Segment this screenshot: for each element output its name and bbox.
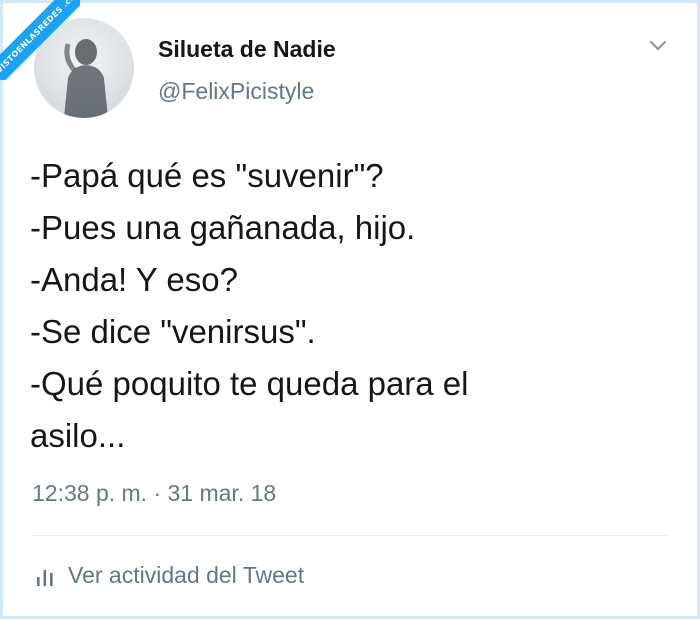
view-tweet-activity-label: Ver actividad del Tweet — [68, 562, 305, 588]
tweet-text-line: -Se dice "venirsus". — [30, 313, 316, 350]
tweet-text-line: -Papá qué es "suvenir"? — [30, 157, 384, 194]
tweet-timestamp[interactable]: 12:38 p. m. · 31 mar. 18 — [32, 480, 276, 507]
tweet-text: -Papá qué es "suvenir"? -Pues una gañana… — [30, 150, 670, 462]
divider — [32, 535, 668, 536]
author-handle[interactable]: @FelixPicistyle — [158, 78, 314, 105]
tweet-text-line: -Anda! Y eso? — [30, 261, 238, 298]
watermark-text: VISTOENLASREDES .com — [0, 0, 80, 80]
author-name[interactable]: Silueta de Nadie — [158, 36, 336, 63]
tweet-text-line: -Pues una gañanada, hijo. — [30, 209, 416, 246]
tweet-text-line: asilo... — [30, 417, 126, 454]
chevron-down-icon[interactable] — [646, 36, 670, 56]
tweet-text-line: -Qué poquito te queda para el — [30, 365, 469, 402]
analytics-bars-icon — [37, 569, 53, 586]
view-tweet-activity-link[interactable]: Ver actividad del Tweet — [36, 562, 304, 589]
watermark-badge: VISTOENLASREDES .com — [0, 0, 80, 80]
